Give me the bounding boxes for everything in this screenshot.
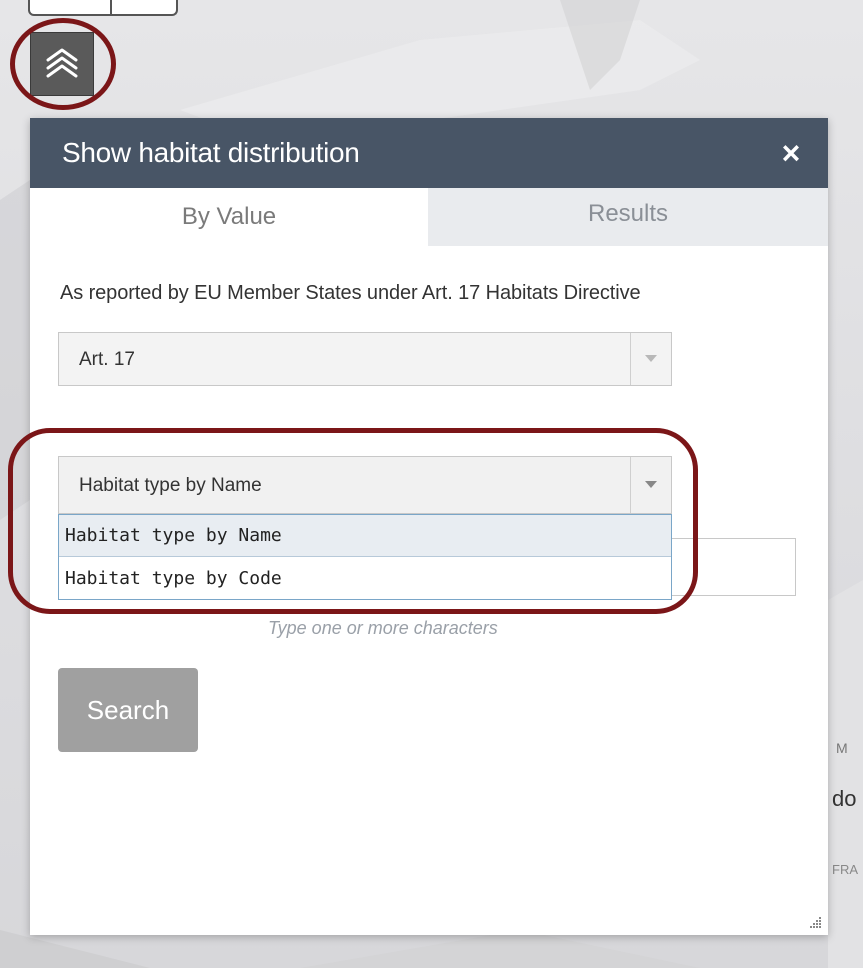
map-label: do bbox=[832, 786, 857, 811]
source-select-value: Art. 17 bbox=[79, 349, 135, 370]
input-hint: Type one or more characters bbox=[268, 618, 498, 638]
map-control-box[interactable] bbox=[28, 0, 178, 16]
map-label: FRA bbox=[832, 862, 858, 877]
tab-by-value[interactable]: By Value bbox=[30, 188, 428, 246]
caret-down-icon[interactable] bbox=[630, 333, 671, 385]
panel-title: Show habitat distribution bbox=[62, 137, 360, 168]
tab-bar: By Value Results bbox=[30, 188, 828, 246]
stacked-layers-icon bbox=[46, 48, 78, 78]
habitat-panel: Show habitat distribution × By Value Res… bbox=[30, 118, 828, 935]
description-text: As reported by EU Member States under Ar… bbox=[60, 282, 641, 304]
tab-results[interactable]: Results bbox=[428, 188, 828, 246]
layer-toggle-button[interactable] bbox=[30, 32, 94, 96]
resize-grip-icon[interactable] bbox=[808, 915, 822, 929]
search-text-input[interactable] bbox=[672, 538, 796, 596]
close-icon[interactable]: × bbox=[774, 134, 808, 172]
panel-header: Show habitat distribution × bbox=[30, 118, 828, 188]
search-button[interactable]: Search bbox=[58, 668, 198, 752]
dropdown-option[interactable]: Habitat type by Name bbox=[59, 515, 671, 557]
map-label: M bbox=[836, 740, 848, 756]
habitat-type-select-value: Habitat type by Name bbox=[79, 475, 262, 496]
habitat-type-select[interactable]: Habitat type by Name bbox=[58, 456, 672, 514]
source-select[interactable]: Art. 17 bbox=[58, 332, 672, 386]
habitat-type-dropdown: Habitat type by Name Habitat type by Cod… bbox=[58, 514, 672, 600]
caret-down-icon[interactable] bbox=[630, 457, 671, 513]
dropdown-option[interactable]: Habitat type by Code bbox=[59, 558, 671, 600]
